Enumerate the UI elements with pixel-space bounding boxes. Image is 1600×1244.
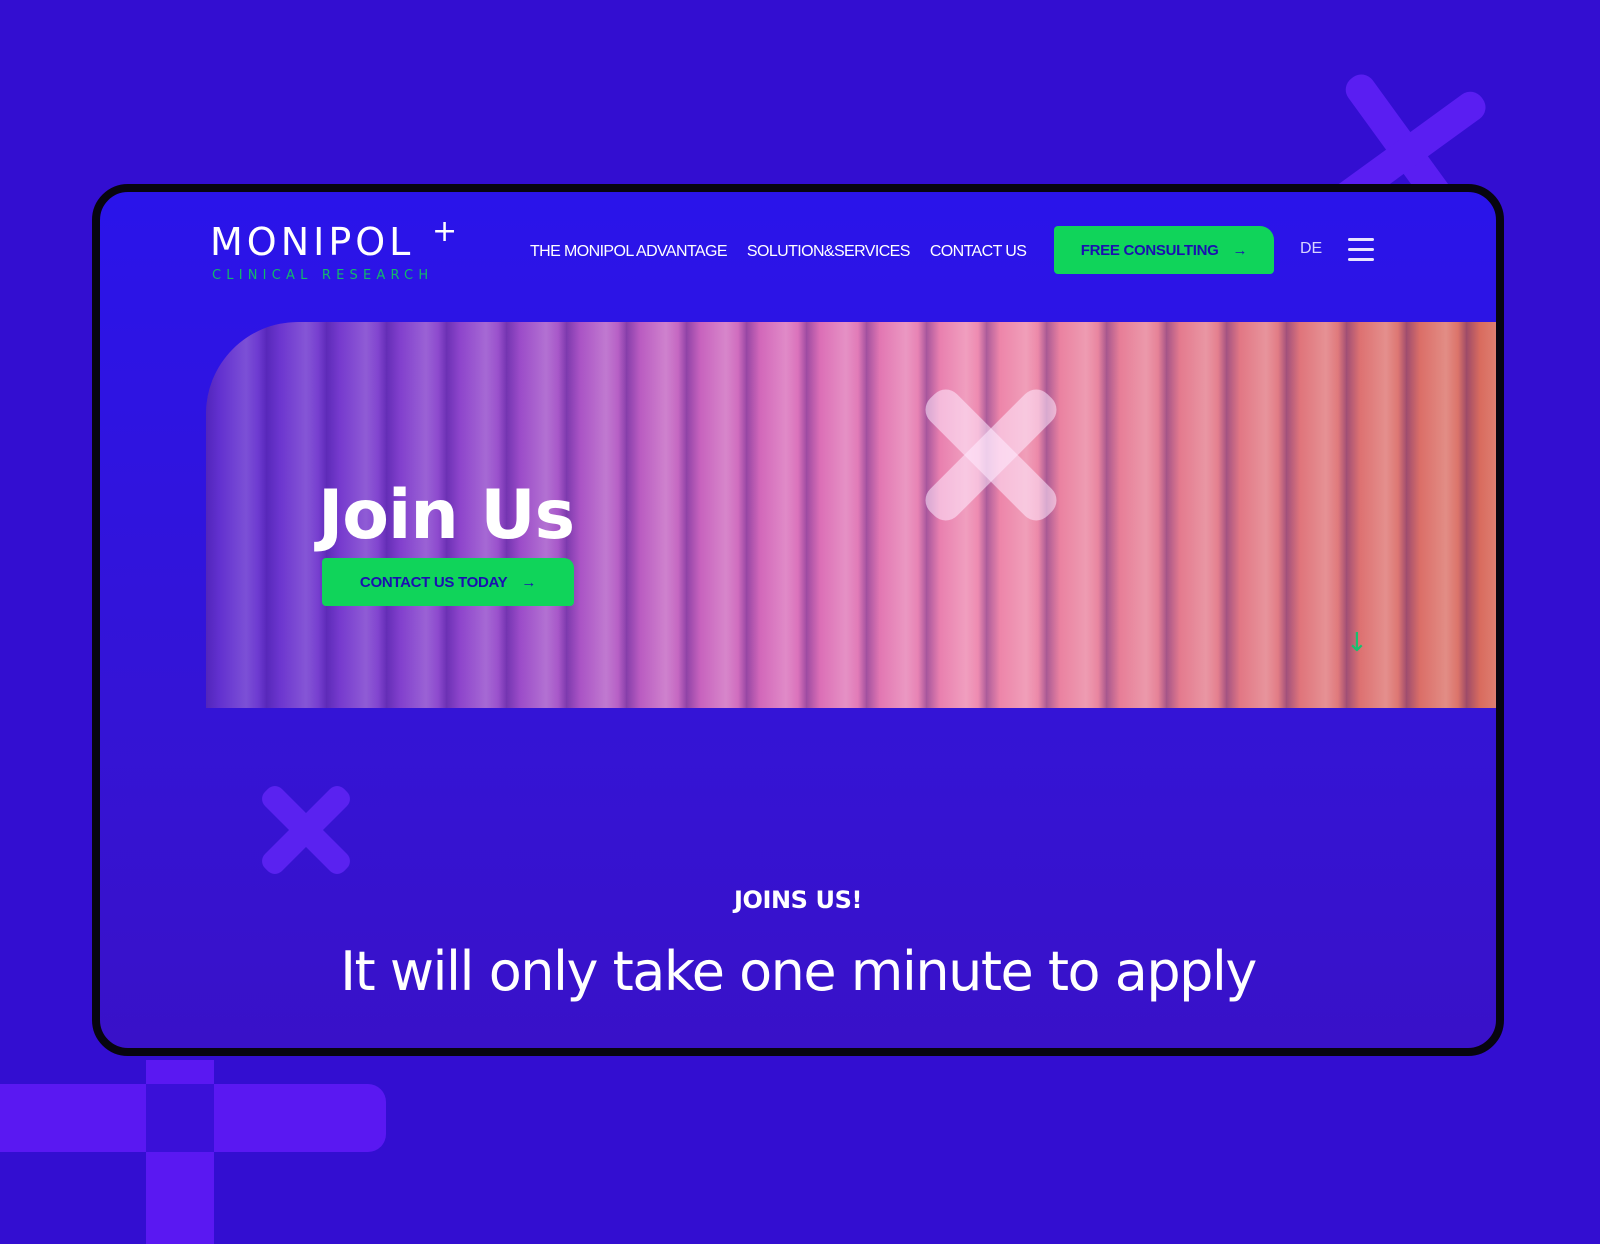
section-kicker: JOINS US! — [733, 886, 863, 914]
menu-line — [1348, 258, 1374, 261]
hero-title: Join Us — [318, 475, 575, 555]
contact-us-today-button[interactable]: CONTACT US TODAY → — [322, 558, 574, 606]
free-consulting-label: FREE CONSULTING — [1080, 241, 1219, 259]
section-headline: It will only take one minute to apply — [340, 940, 1257, 1003]
hero-cross-decoration — [916, 380, 1066, 530]
cross-center — [146, 1084, 214, 1152]
section-cross-decoration — [256, 780, 356, 880]
browser-frame: MONIPOL + CLINICAL RESEARCH THE MONIPOL … — [92, 184, 1504, 1056]
language-switcher[interactable]: DE — [1300, 240, 1322, 258]
menu-line — [1348, 238, 1374, 241]
background-cross-decoration-bottom — [0, 1060, 400, 1244]
arrow-right-icon: → — [1232, 241, 1248, 259]
free-consulting-button[interactable]: FREE CONSULTING → — [1054, 226, 1274, 274]
contact-us-today-label: CONTACT US TODAY — [359, 573, 508, 591]
hero-banner: Join Us CONTACT US TODAY → ↓ — [206, 322, 1496, 708]
logo-tagline: CLINICAL RESEARCH — [212, 268, 434, 283]
logo-wordmark: MONIPOL — [210, 220, 415, 264]
logo-plus-icon: + — [432, 214, 458, 249]
nav-link-monipol-advantage[interactable]: THE MONIPOL ADVANTAGE — [530, 243, 728, 261]
arrow-down-icon[interactable]: ↓ — [1346, 628, 1368, 658]
logo[interactable]: MONIPOL + CLINICAL RESEARCH — [210, 214, 460, 284]
nav-link-contact-us[interactable]: CONTACT US — [930, 243, 1027, 261]
main-navigation: THE MONIPOL ADVANTAGE SOLUTION&SERVICES … — [530, 228, 1046, 276]
menu-line — [1348, 248, 1374, 251]
arrow-right-icon: → — [521, 573, 537, 591]
hamburger-menu-icon[interactable] — [1348, 238, 1374, 262]
nav-link-solution-services[interactable]: SOLUTION&SERVICES — [747, 243, 910, 261]
